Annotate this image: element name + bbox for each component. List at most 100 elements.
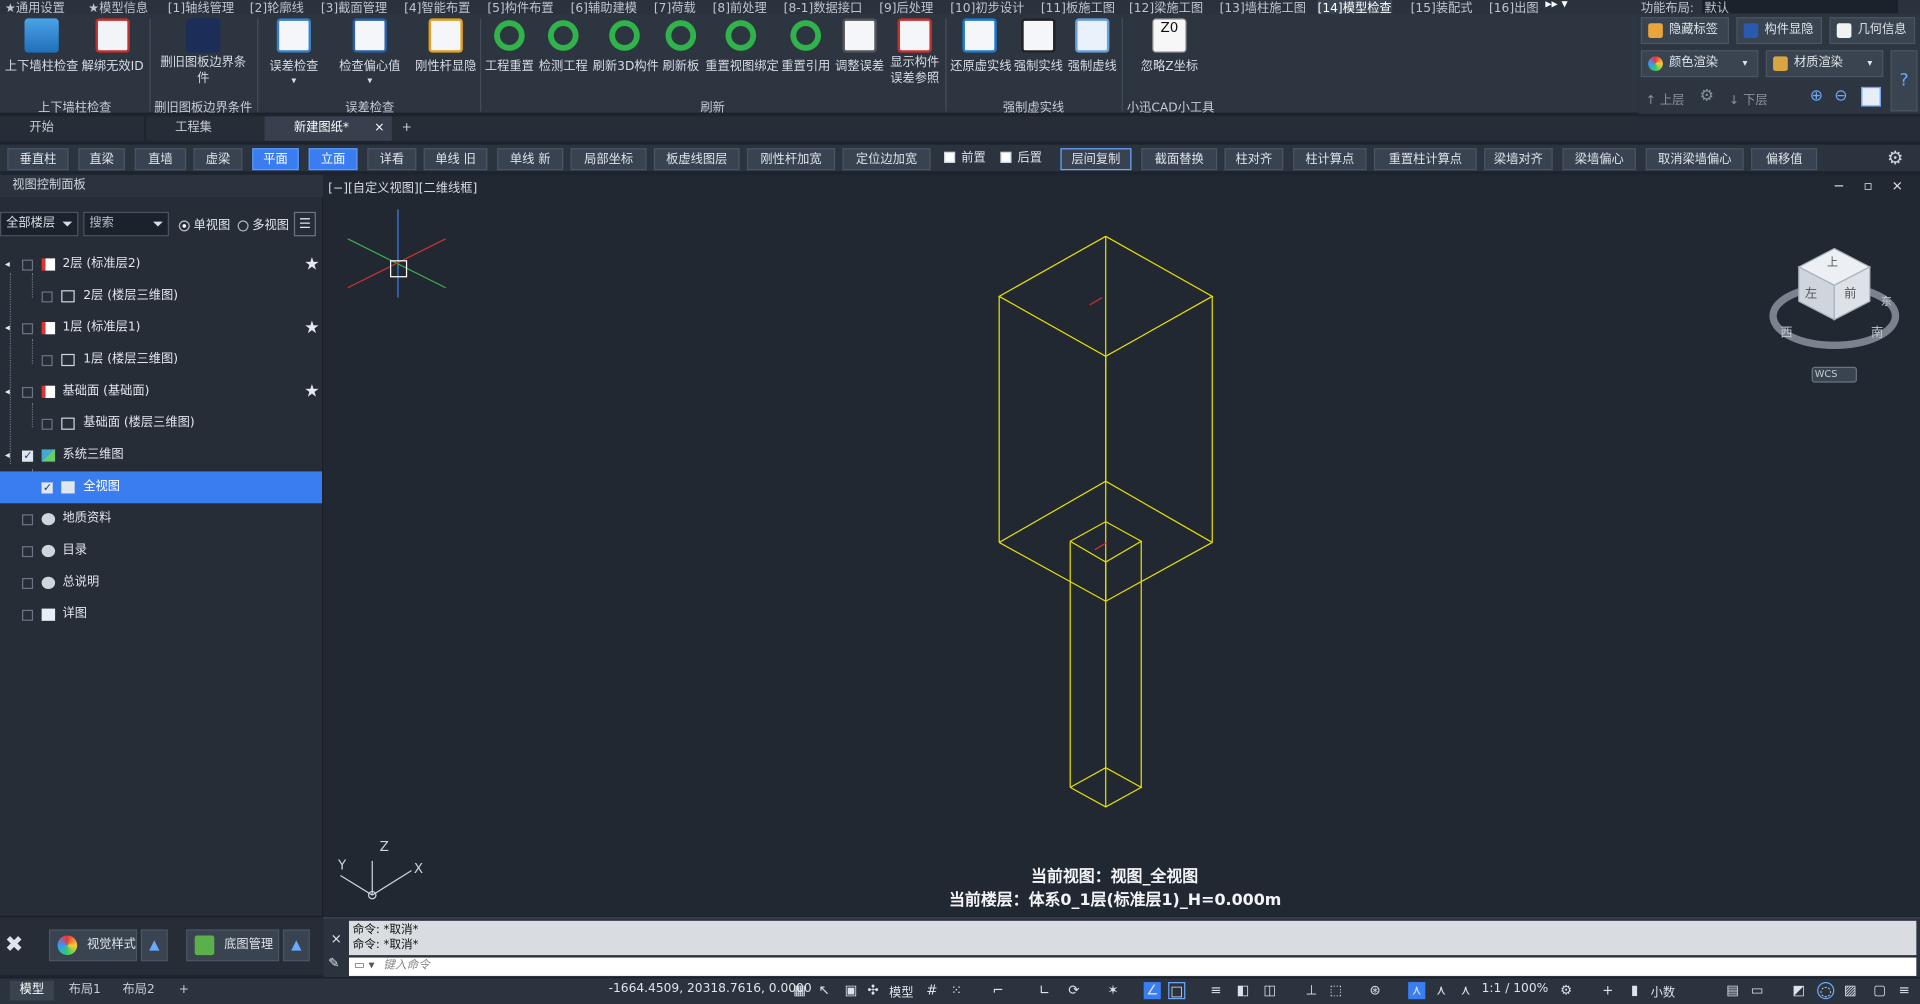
single-line-new-button[interactable]: 单线 新 [497,148,564,171]
tab-model[interactable]: 模型 [9,980,54,1001]
menu-more-icon[interactable]: ▸▸ ▾ [1545,0,1567,11]
tab-layout2[interactable]: 布局2 [113,981,165,1001]
viewcube-left-label[interactable]: 左 [1805,283,1817,301]
menu-item[interactable]: ★模型信息 [88,0,148,13]
wcs-button[interactable]: WCS [1815,369,1838,380]
decimal-dropdown[interactable]: 小数 [1651,982,1675,1000]
menu-item[interactable]: [11]板施工图 [1041,0,1115,13]
floor-select[interactable]: 全部楼层 [0,211,79,237]
menu-item[interactable]: [5]构件布置 [487,0,553,13]
checkbox[interactable] [41,473,53,504]
menu-item[interactable]: [8]前处理 [713,0,767,13]
detail-view-button[interactable]: 详看 [367,148,417,171]
adjust-error-button[interactable]: 调整误差 [835,18,884,73]
clean-screen-icon[interactable]: ▢ [1871,982,1888,999]
tab-project-set[interactable]: 工程集 [144,116,264,141]
menu-item[interactable]: [10]初步设计 [950,0,1024,13]
object-snap-icon[interactable]: ✶ [1104,982,1121,999]
dots-grid-icon[interactable]: ⁙ [948,982,965,999]
multi-view-radio[interactable]: 多视图 [237,219,289,234]
tree-item-floor1-3d[interactable]: 1层 (楼层三维图) [0,344,322,376]
checkbox[interactable] [22,323,34,335]
refresh-3d-button[interactable]: 刷新3D构件 [593,18,659,73]
checkbox[interactable] [22,441,34,473]
single-line-old-button[interactable]: 单线 旧 [423,148,488,171]
navigate-icon[interactable]: ⊛ [1367,982,1384,999]
offset-value-button[interactable]: 偏移值 [1751,148,1818,171]
reset-view-binding-button[interactable]: 重置视图绑定 [705,18,779,73]
ucs-icon[interactable]: ⊥ [1303,982,1320,999]
straight-beam-button[interactable]: 直梁 [78,148,125,171]
checkbox[interactable] [22,546,34,558]
model-space-label[interactable]: 模型 [889,982,913,1000]
hide-label-button[interactable]: 隐藏标签 [1640,17,1729,45]
customize-icon[interactable]: ≡ [1896,982,1913,999]
unbind-invalid-id-button[interactable]: 解绑无效ID [81,18,145,73]
units-icon[interactable]: ▮ [1626,982,1643,999]
arrow-up-icon[interactable]: ▲ [140,929,168,962]
menu-item[interactable]: [3]截面管理 [321,0,387,13]
bring-front-button[interactable]: 前置 [938,148,992,170]
close-icon[interactable]: × [374,116,384,140]
straight-wall-button[interactable]: 直墙 [134,148,187,171]
grid-icon[interactable]: # [923,982,940,999]
tab-new-drawing[interactable]: 新建图纸* × [264,116,392,141]
menu-item[interactable]: [8-1]数据接口 [784,0,863,13]
tree-item-full-view[interactable]: 全视图 [0,471,323,504]
vertical-column-button[interactable]: 垂直柱 [7,148,69,171]
locate-edge-widen-button[interactable]: 定位边加宽 [842,148,931,171]
tree-item-floor2[interactable]: ◂ 2层 (标准层2) ★ [0,249,322,281]
menu-item[interactable]: ★通用设置 [5,0,65,13]
3d-snap-icon[interactable]: ⬚ [1327,982,1344,999]
refresh-slab-button[interactable]: 刷新板 [661,18,700,73]
collapse-icon[interactable]: ◂ [5,249,10,281]
tree-item-foundation[interactable]: ◂ 基础面 (基础面) ★ [0,376,322,408]
checkbox[interactable] [22,259,34,271]
help-button[interactable]: ? [1890,50,1918,112]
viewcube-south-label[interactable]: 南 [1871,322,1883,340]
snap-icon[interactable]: ⌐ [989,982,1006,999]
ortho-icon[interactable]: ∟ [1036,982,1053,999]
reset-project-button[interactable]: 工程重置 [485,18,534,73]
star-icon[interactable]: ★ [304,376,319,408]
viewcube-top-label[interactable]: 上 [1827,253,1838,269]
tree-item-general-notes[interactable]: 总说明 [0,567,322,599]
star-icon[interactable]: ★ [304,312,319,344]
cursor-icon[interactable]: ↖ [816,982,833,999]
menu-item[interactable]: [16]出图 [1489,0,1539,13]
search-input[interactable]: 搜索 [83,211,169,237]
elevation-view-button[interactable]: 立面 [308,148,358,171]
plus-icon[interactable]: + [1599,982,1616,999]
checkbox[interactable] [22,577,34,589]
component-toggle-button[interactable]: 构件显隐 [1736,17,1823,45]
tree-item-floor2-3d[interactable]: 2层 (楼层三维图) [0,280,322,312]
annotation-icon[interactable]: ⋏ [1408,982,1426,1000]
checkbox[interactable] [41,355,53,367]
settings-gear-icon[interactable]: ⚙ [1887,147,1903,169]
checkbox[interactable] [22,609,34,621]
ignore-z-button[interactable]: Z0 忽略Z坐标 [1134,18,1205,73]
monitor-icon[interactable]: ▭ [1749,982,1766,999]
delete-old-boundary-button[interactable]: 删旧图板边界条件 [159,18,247,87]
visual-style-button[interactable]: 视觉样式 ▲ [48,929,168,962]
annotation-scale-icon[interactable]: ⋏ [1433,982,1450,999]
drawing-viewport[interactable]: [−][自定义视图][二维线框] − ▫ × 上 左 前 西 南 东 WCS Z… [323,175,1920,916]
menu-item[interactable]: [13]墙柱施工图 [1220,0,1306,13]
fullscreen-icon[interactable]: ◩ [1790,982,1807,999]
checkbox[interactable] [22,514,34,526]
menu-item[interactable]: [9]后处理 [879,0,933,13]
color-render-dropdown[interactable]: 颜色渲染 ▾ [1640,50,1759,78]
viewcube-front-label[interactable]: 前 [1844,283,1856,301]
beam-wall-eccentric-button[interactable]: 梁墙偏心 [1562,148,1636,171]
cancel-beam-wall-eccentric-button[interactable]: 取消梁墙偏心 [1645,148,1744,171]
arrow-up-icon[interactable]: ▲ [282,929,310,962]
collapse-icon[interactable]: ◂ [5,376,10,408]
angle-icon[interactable]: ∠ [1143,982,1161,1000]
column-calc-point-button[interactable]: 柱计算点 [1293,148,1367,171]
lineweight-icon[interactable]: ≡ [1207,982,1224,999]
eccentricity-check-button[interactable]: 检查偏心值 ▾ [338,18,402,87]
polar-icon[interactable]: ⟳ [1065,982,1082,999]
properties-icon[interactable]: ▤ [1724,982,1741,999]
menu-item[interactable]: [2]轮廓线 [250,0,304,13]
fan-icon[interactable]: ✣ [864,982,881,999]
